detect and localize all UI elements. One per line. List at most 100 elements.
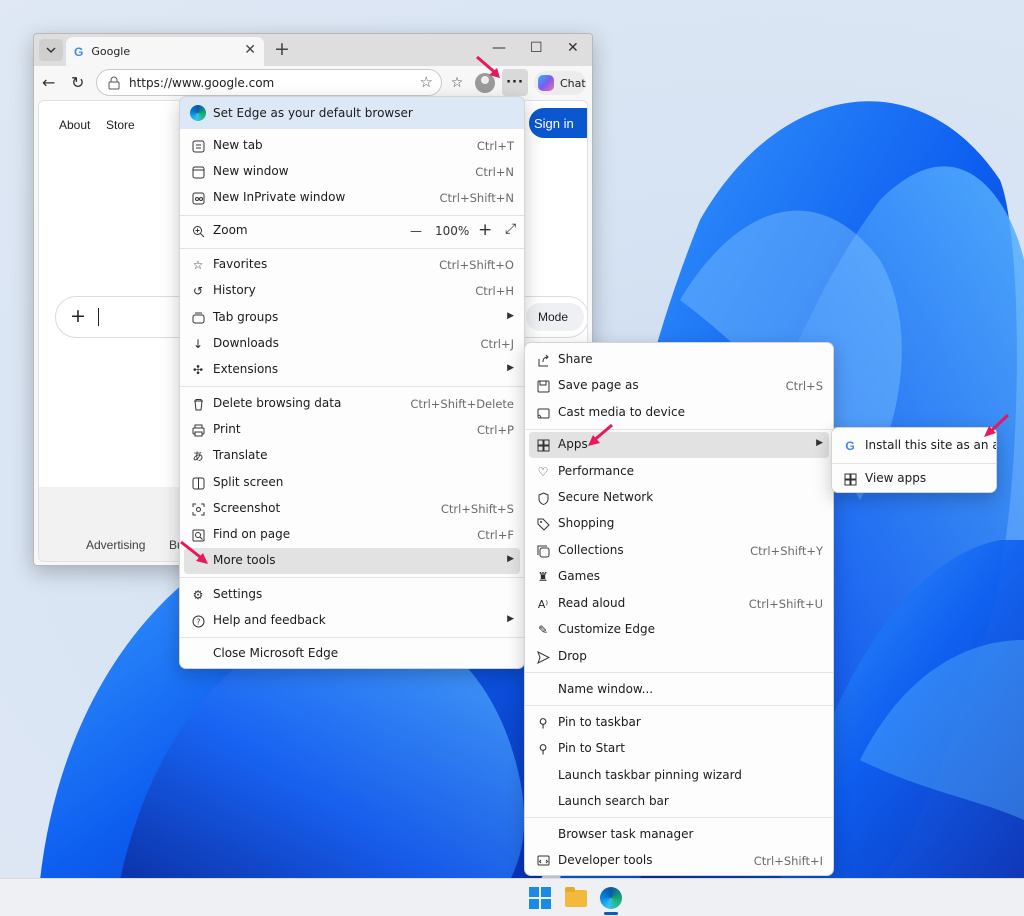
- menu-print[interactable]: Print Ctrl+P: [184, 417, 520, 443]
- svg-text:?: ?: [196, 617, 200, 626]
- menu-collections[interactable]: Collections Ctrl+Shift+Y: [529, 538, 829, 564]
- menu-settings[interactable]: ⚙ Settings: [184, 582, 520, 608]
- fullscreen-icon[interactable]: ⤢: [505, 221, 516, 237]
- inprivate-icon: [190, 190, 206, 206]
- close-window-button[interactable]: ✕: [567, 40, 579, 56]
- menu-more-tools[interactable]: More tools ▶: [184, 548, 520, 574]
- menu-developer-tools[interactable]: Developer tools Ctrl+Shift+I: [529, 848, 829, 874]
- tab-google[interactable]: G Google ✕: [66, 37, 264, 66]
- menu-apps[interactable]: Apps ▶: [529, 432, 829, 458]
- submenu-arrow-icon: ▶: [507, 554, 514, 564]
- menu-install-site-as-app[interactable]: G Install this site as an app: [836, 433, 996, 459]
- menu-downloads[interactable]: ↓ Downloads Ctrl+J: [184, 331, 520, 357]
- maximize-button[interactable]: ☐: [530, 40, 543, 56]
- menu-performance[interactable]: ♡ Performance: [529, 459, 829, 485]
- sign-in-button[interactable]: Sign in: [529, 108, 587, 138]
- split-screen-icon: [190, 475, 206, 491]
- menu-split-screen[interactable]: Split screen: [184, 470, 520, 496]
- apps-icon: [535, 437, 551, 453]
- zoom-in-button[interactable]: +: [478, 220, 492, 240]
- add-favorite-icon[interactable]: ☆: [420, 73, 433, 91]
- menu-cast-media[interactable]: Cast media to device: [529, 400, 829, 426]
- about-link[interactable]: About: [59, 118, 90, 132]
- menu-name-window[interactable]: Name window...: [529, 677, 829, 703]
- back-button[interactable]: ←: [42, 73, 55, 92]
- pin-icon: ⚲: [538, 716, 548, 730]
- apps-menu: G Install this site as an app View apps: [831, 427, 997, 493]
- submenu-arrow-icon: ▶: [507, 614, 514, 624]
- new-tab-button[interactable]: +: [274, 38, 290, 60]
- tag-icon: [535, 516, 551, 532]
- screenshot-icon: [190, 501, 206, 517]
- menu-history[interactable]: ↺ History Ctrl+H: [184, 278, 520, 304]
- menu-read-aloud[interactable]: A⁾ Read aloud Ctrl+Shift+U: [529, 591, 829, 617]
- site-info-icon[interactable]: [107, 76, 121, 90]
- menu-browser-task-manager[interactable]: Browser task manager: [529, 822, 829, 848]
- copilot-chat-button[interactable]: Chat: [534, 71, 586, 95]
- menu-drop[interactable]: Drop: [529, 644, 829, 670]
- menu-view-apps[interactable]: View apps: [836, 466, 992, 492]
- zoom-icon: [190, 223, 206, 239]
- menu-translate[interactable]: あ Translate: [184, 443, 520, 469]
- file-explorer-icon[interactable]: [565, 887, 587, 907]
- default-browser-banner[interactable]: Set Edge as your default browser: [180, 97, 524, 129]
- menu-new-inprivate-window[interactable]: New InPrivate window Ctrl+Shift+N: [184, 185, 520, 211]
- history-icon: ↺: [192, 284, 204, 298]
- menu-launch-taskbar-pinning-wizard[interactable]: Launch taskbar pinning wizard: [529, 763, 829, 789]
- zoom-out-button[interactable]: —: [410, 224, 422, 238]
- menu-find-on-page[interactable]: Find on page Ctrl+F: [184, 522, 520, 548]
- toolbar: ← ↻ https://www.google.com ☆ ☆ ··· Chat: [34, 66, 592, 100]
- menu-close-edge[interactable]: Close Microsoft Edge: [184, 641, 520, 667]
- separator: [180, 637, 524, 638]
- menu-secure-network[interactable]: Secure Network: [529, 485, 829, 511]
- menu-pin-to-taskbar[interactable]: ⚲ Pin to taskbar: [529, 710, 829, 736]
- extensions-icon: ✣: [192, 363, 204, 377]
- new-tab-icon: [190, 138, 206, 154]
- close-tab-icon[interactable]: ✕: [244, 42, 256, 58]
- google-icon: G: [845, 439, 855, 453]
- start-button[interactable]: [529, 887, 551, 909]
- submenu-arrow-icon: ▶: [816, 438, 823, 448]
- menu-save-page-as[interactable]: Save page as Ctrl+S: [529, 373, 829, 399]
- send-icon: [535, 649, 551, 665]
- tab-strip: G Google ✕ + — ☐ ✕: [34, 34, 592, 66]
- address-bar[interactable]: https://www.google.com ☆: [96, 69, 442, 96]
- share-icon: [535, 352, 551, 368]
- menu-new-window[interactable]: New window Ctrl+N: [184, 159, 520, 185]
- apps-icon: [842, 471, 858, 487]
- window-icon: [190, 164, 206, 180]
- ai-mode-button[interactable]: Mode: [526, 303, 584, 331]
- separator: [525, 429, 833, 430]
- favorites-icon: ☆: [192, 258, 204, 272]
- tab-title: Google: [91, 45, 131, 58]
- copilot-icon: [538, 75, 554, 91]
- pin-icon: ⚲: [538, 742, 548, 756]
- refresh-button[interactable]: ↻: [71, 73, 84, 92]
- menu-delete-browsing-data[interactable]: Delete browsing data Ctrl+Shift+Delete: [184, 391, 520, 417]
- zoom-level: 100%: [435, 224, 470, 238]
- advertising-link[interactable]: Advertising: [86, 538, 145, 552]
- more-tools-menu: Share Save page as Ctrl+S Cast media to …: [524, 342, 834, 876]
- menu-pin-to-start[interactable]: ⚲ Pin to Start: [529, 736, 829, 762]
- tab-actions-button[interactable]: [39, 39, 63, 61]
- edge-taskbar-icon[interactable]: [600, 887, 622, 909]
- separator: [832, 463, 996, 464]
- text-cursor: [98, 308, 99, 326]
- active-app-indicator: [604, 912, 618, 915]
- plus-icon[interactable]: +: [70, 305, 86, 327]
- favorites-icon[interactable]: ☆: [446, 72, 468, 94]
- menu-customize-edge[interactable]: ✎ Customize Edge: [529, 617, 829, 643]
- menu-extensions[interactable]: ✣ Extensions ▶: [184, 357, 520, 383]
- separator: [180, 248, 524, 249]
- download-icon: ↓: [192, 337, 204, 351]
- menu-new-tab[interactable]: New tab Ctrl+T: [184, 133, 520, 159]
- menu-shopping[interactable]: Shopping: [529, 511, 829, 537]
- menu-launch-search-bar[interactable]: Launch search bar: [529, 789, 829, 815]
- menu-share[interactable]: Share: [529, 347, 829, 373]
- store-link[interactable]: Store: [106, 118, 135, 132]
- menu-screenshot[interactable]: Screenshot Ctrl+Shift+S: [184, 496, 520, 522]
- menu-games[interactable]: ♜ Games: [529, 564, 829, 590]
- menu-tab-groups[interactable]: Tab groups ▶: [184, 305, 520, 331]
- menu-help-and-feedback[interactable]: ? Help and feedback ▶: [184, 608, 520, 634]
- menu-favorites[interactable]: ☆ Favorites Ctrl+Shift+O: [184, 252, 520, 278]
